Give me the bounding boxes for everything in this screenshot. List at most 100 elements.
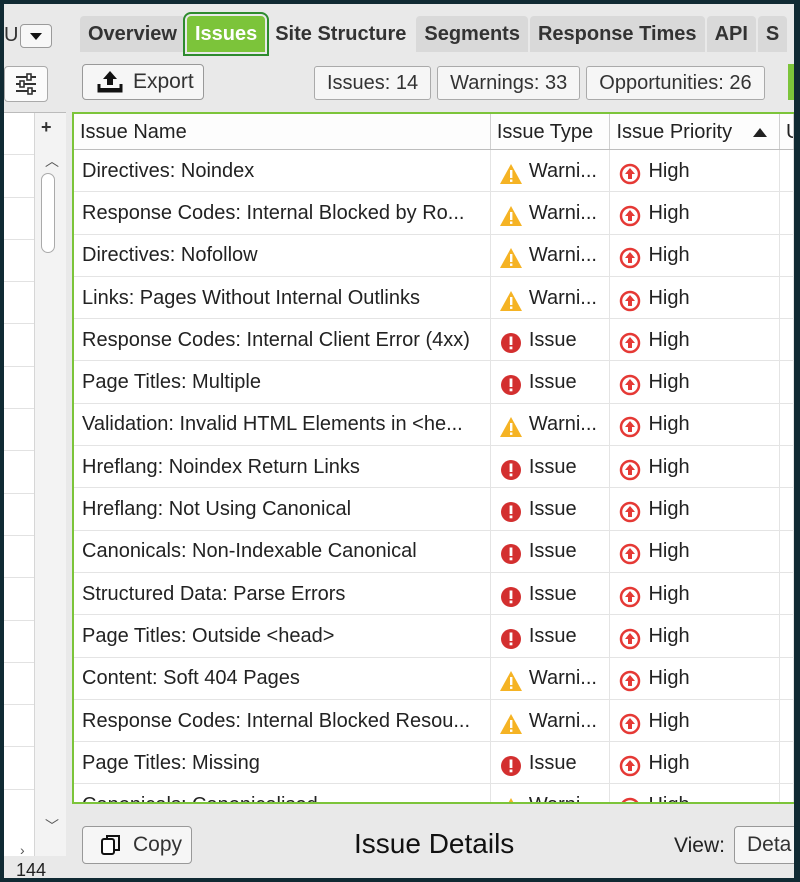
table-row[interactable]: Response Codes: Internal Blocked Resou..… bbox=[74, 699, 794, 743]
tab-overview[interactable]: Overview bbox=[80, 16, 185, 52]
table-row[interactable]: Response Codes: Internal Blocked by Ro..… bbox=[74, 192, 794, 235]
cell-issue-priority: High bbox=[610, 234, 781, 276]
left-scrollbar[interactable]: + ︿ ﹀ bbox=[34, 113, 66, 856]
high-priority-icon bbox=[618, 328, 642, 354]
view-label: View: bbox=[674, 834, 725, 857]
cell-extra bbox=[780, 742, 794, 784]
issue-name-text: Content: Soft 404 Pages bbox=[82, 667, 300, 690]
left-footer: › 144 bbox=[4, 842, 66, 878]
header-issue-priority[interactable]: Issue Priority bbox=[610, 114, 781, 149]
table-row[interactable]: Validation: Invalid HTML Elements in <he… bbox=[74, 403, 794, 447]
cell-issue-name: Canonicals: Canonicalised bbox=[74, 784, 491, 802]
header-issue-type[interactable]: Issue Type bbox=[491, 114, 611, 149]
scroll-up-icon[interactable]: ︿ bbox=[45, 151, 59, 171]
cell-issue-type: Issue bbox=[491, 572, 611, 615]
left-selector-text: U bbox=[4, 24, 19, 46]
issue-type-text: Warni... bbox=[529, 784, 597, 802]
table-row[interactable]: Content: Soft 404 Pages Warni... High bbox=[74, 657, 794, 700]
tab-overflow[interactable]: S bbox=[757, 16, 788, 52]
tab-segments[interactable]: Segments bbox=[416, 16, 528, 52]
table-row[interactable]: Page Titles: Outside <head> Issue High bbox=[74, 615, 794, 658]
cell-issue-type: Issue bbox=[491, 319, 611, 361]
issue-name-text: Validation: Invalid HTML Elements in <he… bbox=[82, 413, 463, 436]
warnings-count-button[interactable]: Warnings: 33 bbox=[437, 66, 581, 100]
cell-issue-type: Issue bbox=[491, 446, 611, 488]
cell-issue-name: Hreflang: Noindex Return Links bbox=[74, 446, 491, 488]
issue-type-text: Issue bbox=[528, 328, 577, 351]
issues-count-button[interactable]: Issues: 14 bbox=[314, 66, 432, 100]
issue-icon bbox=[499, 539, 523, 565]
issue-name-text: Response Codes: Internal Blocked by Ro..… bbox=[82, 201, 465, 224]
cell-issue-type: Warni... bbox=[491, 234, 611, 276]
warning-icon bbox=[499, 201, 523, 226]
cell-issue-name: Structured Data: Parse Errors bbox=[74, 572, 491, 615]
left-url-table: + ︿ ﹀ bbox=[4, 112, 66, 856]
scroll-thumb[interactable] bbox=[41, 173, 55, 253]
tab-issues[interactable]: Issues bbox=[182, 12, 270, 56]
app-window: U + ︿ ﹀ › 144 Overview Issues Site Struc… bbox=[4, 4, 794, 878]
issue-name-text: Hreflang: Noindex Return Links bbox=[82, 455, 360, 478]
issue-name-text: Canonicals: Non-Indexable Canonical bbox=[82, 540, 417, 563]
issue-type-text: Warni... bbox=[528, 286, 597, 309]
cell-issue-name: Response Codes: Internal Blocked Resou..… bbox=[74, 699, 491, 742]
cell-issue-name: Links: Pages Without Internal Outlinks bbox=[74, 276, 491, 319]
high-priority-icon bbox=[618, 159, 642, 184]
table-row[interactable]: Directives: Nofollow Warni... High bbox=[74, 234, 794, 277]
table-row[interactable]: Page Titles: Missing Issue High bbox=[74, 742, 794, 785]
issue-type-text: Issue bbox=[528, 455, 577, 478]
high-priority-icon bbox=[618, 709, 642, 734]
add-column-icon[interactable]: + bbox=[41, 117, 52, 138]
table-row[interactable]: Directives: Noindex Warni... High bbox=[74, 150, 794, 193]
chevron-right-icon[interactable]: › bbox=[20, 842, 25, 858]
issue-priority-text: High bbox=[648, 159, 690, 182]
tab-response-times[interactable]: Response Times bbox=[529, 16, 705, 52]
tab-api[interactable]: API bbox=[706, 16, 756, 52]
high-priority-icon bbox=[618, 582, 642, 607]
table-body: Directives: Noindex Warni... High Respon… bbox=[74, 150, 794, 802]
table-row[interactable]: Response Codes: Internal Client Error (4… bbox=[74, 319, 794, 362]
table-row[interactable]: Page Titles: Multiple Issue High bbox=[74, 361, 794, 404]
cell-issue-priority: High bbox=[610, 699, 781, 742]
issue-icon bbox=[499, 497, 523, 523]
high-priority-icon bbox=[618, 370, 642, 396]
export-label: Export bbox=[133, 70, 194, 93]
overflow-filter-button[interactable] bbox=[788, 64, 794, 100]
cell-issue-name: Page Titles: Outside <head> bbox=[74, 615, 491, 657]
issue-type-text: Warni... bbox=[528, 667, 597, 690]
cell-issue-priority: High bbox=[610, 530, 781, 572]
counter-group: Issues: 14 Warnings: 33 Opportunities: 2… bbox=[314, 66, 765, 100]
warning-icon bbox=[499, 243, 523, 269]
left-dropdown-button[interactable] bbox=[20, 24, 52, 48]
issue-priority-text: High bbox=[648, 667, 690, 690]
high-priority-icon bbox=[618, 201, 642, 227]
table-row[interactable]: Hreflang: Noindex Return Links Issue Hig… bbox=[74, 446, 794, 489]
tab-site-structure[interactable]: Site Structure bbox=[267, 16, 414, 52]
cell-issue-name: Hreflang: Not Using Canonical bbox=[74, 488, 491, 530]
table-row[interactable]: Canonicals: Non-Indexable Canonical Issu… bbox=[74, 530, 794, 573]
header-issue-name[interactable]: Issue Name bbox=[74, 114, 491, 149]
copy-button[interactable]: Copy bbox=[82, 826, 192, 864]
table-row[interactable]: Links: Pages Without Internal Outlinks W… bbox=[74, 276, 794, 320]
opportunities-count-button[interactable]: Opportunities: 26 bbox=[586, 66, 765, 100]
table-row[interactable]: Canonicals: Canonicalised Warni... High bbox=[74, 784, 794, 802]
table-row[interactable]: Hreflang: Not Using Canonical Issue High bbox=[74, 488, 794, 531]
scroll-down-icon[interactable]: ﹀ bbox=[45, 816, 59, 836]
header-extra[interactable]: U bbox=[780, 114, 794, 149]
export-button[interactable]: Export bbox=[82, 64, 204, 100]
high-priority-icon bbox=[618, 751, 642, 777]
issue-icon bbox=[499, 328, 523, 353]
issue-name-text: Page Titles: Missing bbox=[82, 751, 260, 774]
view-select[interactable]: Deta bbox=[734, 826, 794, 864]
copy-label: Copy bbox=[133, 833, 183, 856]
cell-extra bbox=[780, 784, 794, 802]
cell-issue-priority: High bbox=[610, 361, 781, 403]
filter-settings-button[interactable] bbox=[4, 66, 48, 102]
issue-type-text: Warni... bbox=[528, 159, 597, 182]
cell-issue-name: Canonicals: Non-Indexable Canonical bbox=[74, 530, 491, 572]
table-row[interactable]: Structured Data: Parse Errors Issue High bbox=[74, 572, 794, 616]
cell-issue-name: Validation: Invalid HTML Elements in <he… bbox=[74, 403, 491, 446]
high-priority-icon bbox=[618, 666, 642, 692]
cell-issue-priority: High bbox=[610, 615, 781, 657]
cell-issue-priority: High bbox=[610, 446, 781, 488]
copy-icon bbox=[101, 835, 120, 855]
